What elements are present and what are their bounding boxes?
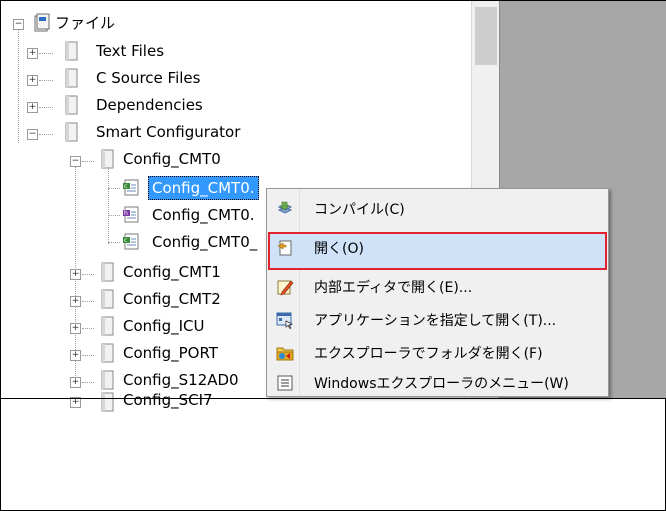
- tree-item-text-files[interactable]: Text Files: [96, 40, 164, 62]
- tree-item-config-cmt0[interactable]: Config_CMT0: [123, 148, 221, 170]
- tree-item-c-source-files[interactable]: C Source Files: [96, 67, 200, 89]
- expand-icon[interactable]: +: [27, 102, 38, 113]
- tree-guide-line: [39, 53, 53, 54]
- expand-icon[interactable]: +: [70, 350, 81, 361]
- tree-guide-line: [108, 164, 109, 244]
- menu-item-label: Windowsエクスプローラのメニュー(W): [314, 376, 569, 392]
- tree-guide-line: [82, 328, 94, 329]
- folder-icon: [101, 343, 114, 363]
- expand-icon[interactable]: +: [70, 323, 81, 334]
- menu-item-open[interactable]: 開く(O): [268, 232, 607, 270]
- tree-item-config-s12ad0[interactable]: Config_S12AD0: [123, 369, 239, 391]
- tree-item-config-cmt0-user-c[interactable]: Config_CMT0_: [152, 231, 257, 253]
- expand-icon[interactable]: +: [70, 377, 81, 388]
- tree-guide-line: [82, 382, 94, 383]
- tree-guide-line: [108, 242, 120, 243]
- menu-item-label: 内部エディタで開く(E)...: [314, 280, 473, 296]
- explorer-folder-icon: [276, 347, 294, 361]
- explorer-menu-icon: [277, 375, 293, 391]
- project-files-icon: [34, 13, 50, 32]
- tree-guide-line: [82, 161, 94, 162]
- tree-item-dependencies[interactable]: Dependencies: [96, 94, 203, 116]
- tree-item-config-icu[interactable]: Config_ICU: [123, 315, 205, 337]
- tree-item-config-cmt2[interactable]: Config_CMT2: [123, 288, 221, 310]
- folder-icon: [101, 392, 114, 412]
- tree-guide-line: [82, 274, 94, 275]
- tree-guide-line: [39, 107, 53, 108]
- svg-text:c: c: [124, 237, 127, 244]
- expand-icon[interactable]: +: [27, 75, 38, 86]
- folder-icon: [65, 95, 78, 115]
- tree-guide-line: [39, 80, 53, 81]
- menu-item-compile[interactable]: コンパイル(C): [269, 193, 606, 226]
- folder-icon: [101, 316, 114, 336]
- header-file-icon: h: [123, 206, 139, 223]
- collapse-icon[interactable]: −: [70, 156, 81, 167]
- menu-item-open-folder-explorer[interactable]: エクスプローラでフォルダを開く(F): [269, 337, 606, 370]
- tree-item-config-cmt0-c[interactable]: Config_CMT0.: [148, 176, 259, 200]
- tree-item-config-cmt0-h[interactable]: Config_CMT0.: [152, 204, 255, 226]
- folder-icon: [65, 122, 78, 142]
- tree-guide-line: [18, 27, 19, 143]
- tree-item-config-cmt1[interactable]: Config_CMT1: [123, 261, 221, 283]
- tree-item-smart-configurator[interactable]: Smart Configurator: [96, 121, 240, 143]
- open-with-app-icon: [276, 312, 293, 329]
- menu-item-label: 開く(O): [314, 241, 364, 257]
- expand-icon[interactable]: +: [70, 269, 81, 280]
- folder-icon: [101, 262, 114, 282]
- tree-item-config-sci7[interactable]: Config_SCI7: [123, 389, 213, 411]
- collapse-icon[interactable]: −: [13, 19, 24, 30]
- expand-icon[interactable]: +: [27, 48, 38, 59]
- menu-item-label: コンパイル(C): [314, 202, 405, 218]
- menu-item-label: エクスプローラでフォルダを開く(F): [314, 346, 543, 362]
- tree-root-label[interactable]: ファイル: [55, 12, 115, 34]
- svg-text:c: c: [124, 183, 127, 190]
- context-menu: コンパイル(C) 開く(O) 内部エディタで開く(E)... アプリケーションを…: [266, 188, 609, 397]
- tree-guide-line: [82, 301, 94, 302]
- folder-icon: [101, 289, 114, 309]
- tree-guide-line: [39, 134, 53, 135]
- menu-item-windows-explorer-menu[interactable]: Windowsエクスプローラのメニュー(W): [269, 367, 606, 400]
- c-source-icon: c: [123, 179, 139, 196]
- folder-icon: [101, 149, 114, 169]
- folder-icon: [65, 41, 78, 61]
- menu-item-open-internal-editor[interactable]: 内部エディタで開く(E)...: [269, 271, 606, 304]
- folder-icon: [101, 370, 114, 390]
- tree-item-config-port[interactable]: Config_PORT: [123, 342, 218, 364]
- tree-guide-line: [108, 188, 120, 189]
- menu-item-label: アプリケーションを指定して開く(T)...: [314, 313, 557, 329]
- compile-icon: [277, 201, 293, 214]
- folder-icon: [65, 68, 78, 88]
- menu-item-open-with-app[interactable]: アプリケーションを指定して開く(T)...: [269, 304, 606, 337]
- window-frame: − ファイル + Text Files + C Source Files + D…: [0, 0, 666, 511]
- tree-guide-line: [108, 215, 120, 216]
- expand-icon[interactable]: +: [70, 296, 81, 307]
- tree-guide-line: [82, 355, 94, 356]
- open-file-icon: [277, 240, 292, 256]
- collapse-icon[interactable]: −: [27, 129, 38, 140]
- c-source-icon: c: [123, 233, 139, 250]
- svg-text:h: h: [124, 210, 128, 217]
- scrollbar-thumb[interactable]: [475, 7, 497, 65]
- internal-editor-icon: [277, 280, 294, 296]
